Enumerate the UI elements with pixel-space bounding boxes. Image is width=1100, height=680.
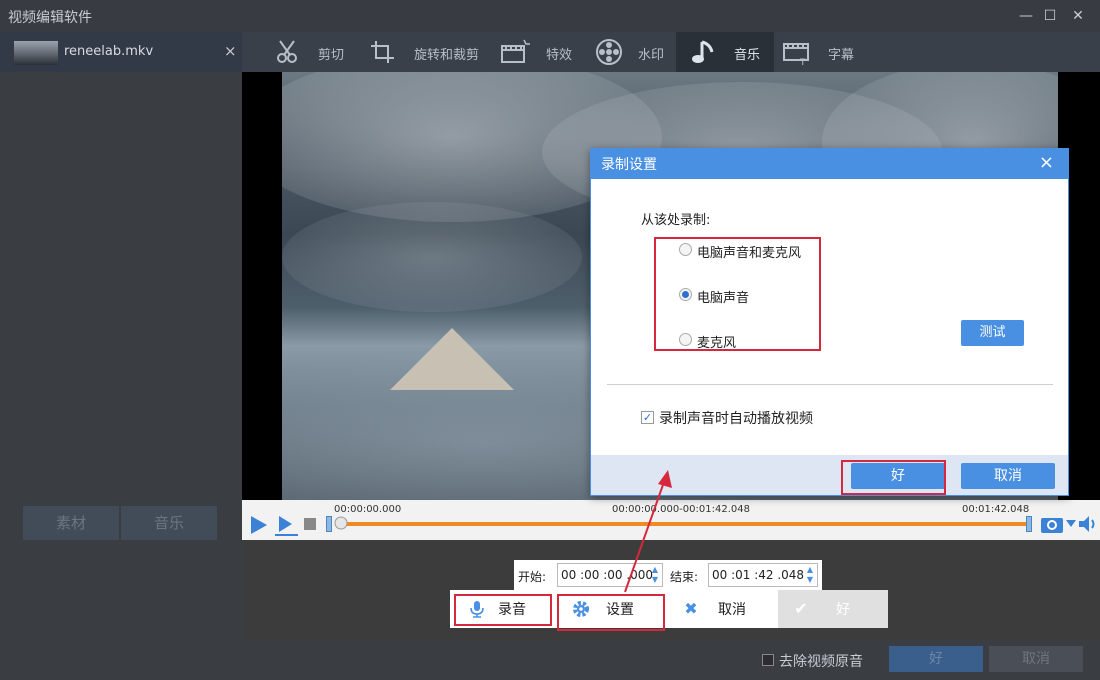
close-icon[interactable]: ✕ xyxy=(1068,6,1088,26)
file-tab[interactable]: reneelab.mkv × xyxy=(0,32,242,72)
tab-music[interactable]: 音乐 xyxy=(676,32,774,72)
record-settings-dialog: 录制设置 × 从该处录制: 电脑声音和麦克风 电脑声音 麦克风 测试 ✓ 录制声… xyxy=(590,148,1069,496)
dialog-title: 录制设置 xyxy=(601,157,657,173)
title-bar: 视频编辑软件 — ☐ ✕ xyxy=(0,0,1100,32)
subtitle-icon: T xyxy=(783,43,809,66)
dialog-divider xyxy=(607,384,1053,385)
edit-toolbar: 剪切 旋转和裁剪 特效 水印 音乐 T 字幕 xyxy=(242,32,1100,72)
remove-audio-checkbox[interactable] xyxy=(762,654,774,666)
file-name: reneelab.mkv xyxy=(64,44,154,59)
tab-watermark[interactable]: 水印 xyxy=(594,32,674,72)
cancel-record-button[interactable]: ✖ 取消 xyxy=(670,590,770,628)
autoplay-label: 录制声音时自动播放视频 xyxy=(659,411,813,427)
tab-subtitle-label: 字幕 xyxy=(828,48,855,63)
video-thumbnail xyxy=(14,41,58,65)
svg-text:T: T xyxy=(799,58,806,66)
tab-cut[interactable]: 剪切 xyxy=(272,32,382,72)
material-button[interactable]: 素材 xyxy=(23,506,119,540)
bottom-cancel-button[interactable]: 取消 xyxy=(989,646,1083,672)
dialog-title-bar: 录制设置 × xyxy=(591,149,1068,179)
tab-music-label: 音乐 xyxy=(734,48,761,63)
music-button[interactable]: 音乐 xyxy=(121,506,217,540)
maximize-icon[interactable]: ☐ xyxy=(1040,6,1060,26)
highlight-options xyxy=(654,237,821,351)
stop-icon[interactable] xyxy=(304,518,316,530)
tab-cut-label: 剪切 xyxy=(318,48,345,63)
highlight-ok xyxy=(841,460,946,495)
timeline-range: 00:00:00.000-00:01:42.048 xyxy=(612,504,750,515)
salt-pile xyxy=(390,328,514,390)
music-note-icon xyxy=(692,40,714,63)
tab-effects-label: 特效 xyxy=(546,48,573,63)
cut-icon xyxy=(277,40,297,63)
ok-record-button[interactable]: ✔ 好 xyxy=(778,590,888,628)
chevron-down-icon[interactable] xyxy=(1066,520,1076,528)
autoplay-checkbox[interactable]: ✓ xyxy=(641,411,654,424)
timeline-start-handle[interactable] xyxy=(326,516,332,532)
timeline-bar: 00:00:00.000 00:00:00.000-00:01:42.048 0… xyxy=(242,500,1100,540)
minimize-icon[interactable]: — xyxy=(1016,6,1036,26)
start-label: 开始: xyxy=(518,570,547,584)
play-icon[interactable] xyxy=(248,514,270,536)
time-range-row: 开始: 00 :00 :00 .000 ▲ ▼ 结束: 00 :01 :42 .0… xyxy=(514,560,822,590)
dialog-footer: 好 取消 xyxy=(591,455,1068,495)
volume-icon[interactable] xyxy=(1078,515,1098,533)
highlight-settings xyxy=(557,594,665,631)
end-time-spinner[interactable]: ▲ ▼ xyxy=(804,565,816,585)
timeline-track[interactable] xyxy=(338,522,1030,526)
dialog-close-icon[interactable]: × xyxy=(1039,152,1054,173)
file-close-icon[interactable]: × xyxy=(224,42,237,60)
bottom-ok-button[interactable]: 好 xyxy=(889,646,983,672)
checkmark-icon: ✔ xyxy=(794,599,808,618)
end-time-input[interactable]: 00 :01 :42 .048 ▲ ▼ xyxy=(708,563,818,587)
ok-record-label: 好 xyxy=(836,602,850,618)
start-time-input[interactable]: 00 :00 :00 .000 ▲ ▼ xyxy=(557,563,663,587)
file-panel: reneelab.mkv × 素材 音乐 xyxy=(0,32,242,640)
window-title: 视频编辑软件 xyxy=(8,10,92,26)
tab-rotate-crop[interactable]: 旋转和裁剪 xyxy=(368,32,498,72)
tab-watermark-label: 水印 xyxy=(638,48,665,63)
timeline-start-time: 00:00:00.000 xyxy=(334,504,402,515)
end-label: 结束: xyxy=(670,570,699,584)
cancel-record-label: 取消 xyxy=(718,602,746,618)
remove-audio-label: 去除视频原音 xyxy=(779,654,863,670)
tab-subtitle[interactable]: T 字幕 xyxy=(782,32,872,72)
start-time-spinner[interactable]: ▲ ▼ xyxy=(649,565,661,585)
timeline-end-time: 00:01:42.048 xyxy=(962,504,1030,515)
timeline-end-handle[interactable] xyxy=(1026,516,1032,532)
highlight-record xyxy=(454,594,552,626)
playhead-handle[interactable] xyxy=(334,516,348,530)
effects-icon xyxy=(501,39,530,63)
close-x-icon: ✖ xyxy=(684,599,698,618)
rotate-crop-icon xyxy=(371,41,394,63)
tab-rotate-crop-label: 旋转和裁剪 xyxy=(414,48,480,63)
test-button[interactable]: 测试 xyxy=(961,320,1024,346)
tab-effects[interactable]: 特效 xyxy=(500,32,590,72)
start-time-value: 00 :00 :00 .000 xyxy=(561,568,654,582)
watermark-icon xyxy=(596,39,622,65)
dialog-cancel-button[interactable]: 取消 xyxy=(961,463,1055,489)
bottom-bar: 去除视频原音 好 取消 xyxy=(0,640,1100,680)
camera-icon[interactable] xyxy=(1040,514,1066,534)
play-segment-icon[interactable] xyxy=(274,514,300,536)
record-from-label: 从该处录制: xyxy=(641,213,711,228)
end-time-value: 00 :01 :42 .048 xyxy=(712,568,805,582)
